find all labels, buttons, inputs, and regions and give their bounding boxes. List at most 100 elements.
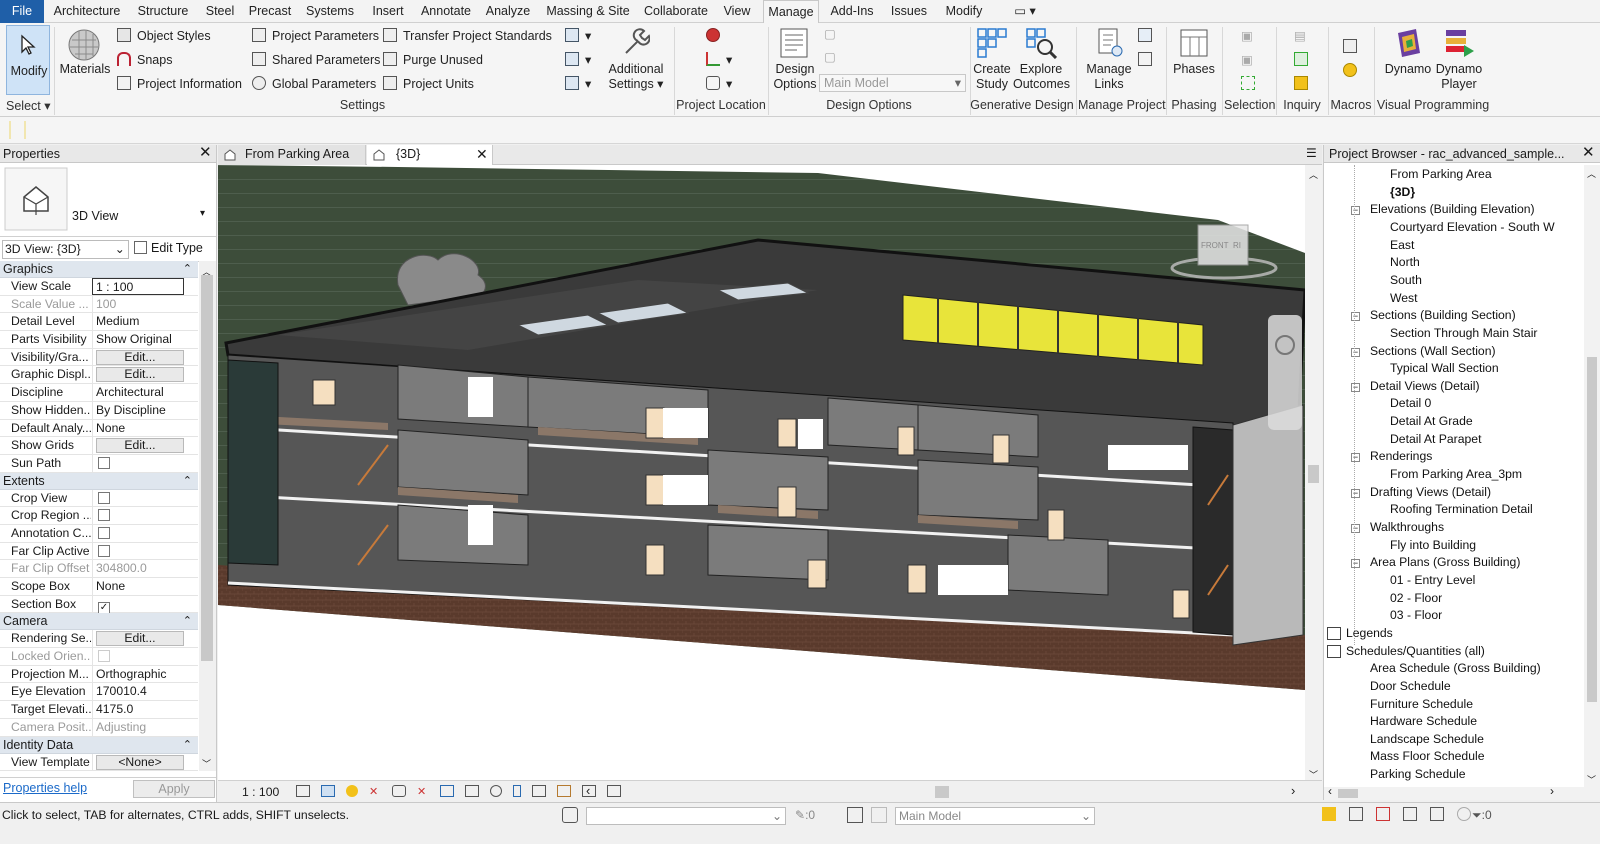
properties-scrollbar[interactable]: ︿ ﹀: [199, 261, 216, 771]
settings-dropdown-3[interactable]: ▾: [565, 76, 591, 91]
horizontal-scroll-thumb[interactable]: [935, 786, 949, 798]
browser-item[interactable]: Parking Schedule: [1370, 767, 1466, 781]
dynamo-player-button[interactable]: Dynamo Player: [1432, 62, 1486, 92]
property-value[interactable]: ✓: [92, 595, 184, 613]
browser-item[interactable]: Legends: [1346, 626, 1393, 640]
phases-button[interactable]: Phases: [1168, 62, 1220, 77]
browser-item[interactable]: 02 - Floor: [1390, 591, 1442, 605]
design-option-selector[interactable]: Main Model ▾: [819, 74, 966, 92]
property-row[interactable]: Rendering Se... Edit...: [0, 630, 198, 649]
view-instance-selector[interactable]: 3D View: {3D} ⌄: [2, 240, 129, 259]
collapse-icon[interactable]: ⌃: [183, 613, 192, 630]
additional-settings-button[interactable]: Additional Settings ▾: [604, 62, 668, 92]
close-browser-icon[interactable]: ✕: [1582, 144, 1595, 162]
design-options-status-icon[interactable]: [847, 807, 863, 823]
select-by-face-icon[interactable]: [1403, 807, 1417, 821]
ribbon-tab-manage[interactable]: Manage: [763, 0, 819, 24]
collapse-toggle-icon[interactable]: −: [1351, 206, 1360, 216]
ribbon-tab-architecture[interactable]: Architecture: [48, 0, 126, 23]
transfer-project-standards-button[interactable]: Transfer Project Standards: [383, 28, 552, 43]
browser-item[interactable]: West: [1390, 291, 1418, 305]
collapse-icon[interactable]: ⌃: [183, 261, 192, 278]
browser-item[interactable]: Fly into Building: [1390, 538, 1476, 552]
browser-item[interactable]: Hardware Schedule: [1370, 714, 1477, 728]
property-value[interactable]: [92, 454, 184, 472]
temp-hide-icon[interactable]: [490, 785, 502, 797]
property-row[interactable]: Sun Path: [0, 454, 198, 473]
property-value[interactable]: Medium: [92, 313, 184, 331]
ribbon-tab-massing-site[interactable]: Massing & Site: [540, 0, 636, 23]
close-properties-icon[interactable]: ✕: [199, 144, 212, 162]
property-row[interactable]: Visibility/Gra... Edit...: [0, 348, 198, 367]
browser-item[interactable]: Roofing Termination Detail: [1390, 502, 1533, 516]
property-row[interactable]: Show Grids Edit...: [0, 437, 198, 455]
tab-list-dropdown-icon[interactable]: ☰: [1306, 146, 1317, 160]
browser-item[interactable]: Landscape Schedule: [1370, 732, 1484, 746]
checkbox[interactable]: [98, 456, 110, 469]
project-parameters-button[interactable]: Project Parameters: [252, 28, 379, 43]
worksharing-icon[interactable]: [562, 807, 578, 823]
browser-item[interactable]: North: [1390, 255, 1420, 269]
shadows-icon[interactable]: ✕: [369, 785, 381, 798]
tab-from-parking-area[interactable]: From Parking Area: [218, 145, 366, 165]
purge-unused-button[interactable]: Purge Unused: [383, 52, 483, 67]
browser-item[interactable]: Renderings: [1370, 449, 1432, 463]
property-row[interactable]: Projection M... Orthographic: [0, 665, 198, 684]
browser-item[interactable]: East: [1390, 238, 1414, 252]
ribbon-tab-file[interactable]: File: [0, 0, 44, 23]
property-group-identity-data[interactable]: Identity Data ⌃: [0, 736, 198, 754]
browser-item[interactable]: Mass Floor Schedule: [1370, 749, 1484, 763]
edit-button[interactable]: Edit...: [96, 438, 184, 454]
property-value[interactable]: None: [92, 419, 184, 437]
scroll-left-icon[interactable]: ‹: [586, 783, 590, 798]
unlocked-3d-icon[interactable]: [465, 785, 479, 797]
browser-item[interactable]: Drafting Views (Detail): [1370, 485, 1491, 499]
macro-security-button[interactable]: [1343, 63, 1363, 78]
select-by-id-button[interactable]: [1294, 52, 1314, 67]
detail-level-icon[interactable]: [296, 785, 310, 797]
collapse-icon[interactable]: ⌃: [183, 473, 192, 490]
drag-on-selection-icon[interactable]: [1430, 807, 1444, 821]
crop-region-icon[interactable]: [440, 785, 454, 797]
ribbon-tab-issues[interactable]: Issues: [886, 0, 932, 23]
show-constraints-icon[interactable]: [607, 785, 621, 797]
tab-3d[interactable]: {3D} ✕: [367, 145, 493, 166]
render-icon[interactable]: [392, 785, 406, 797]
checkbox[interactable]: [98, 509, 110, 522]
visual-style-icon[interactable]: [321, 785, 335, 797]
checkbox[interactable]: [98, 650, 110, 663]
background-processes-icon[interactable]: [1457, 807, 1471, 821]
quick-access-dropdown[interactable]: ▭ ▾: [1010, 0, 1040, 23]
browser-vertical-scrollbar[interactable]: ︿ ﹀: [1584, 165, 1600, 787]
active-option-icon[interactable]: [871, 807, 887, 823]
select-panel-label[interactable]: Select ▾: [6, 98, 51, 113]
design-options-button[interactable]: Design Options: [770, 62, 820, 92]
ribbon-tab-collaborate[interactable]: Collaborate: [640, 0, 712, 23]
property-row[interactable]: Far Clip Offset 304800.0: [0, 560, 198, 578]
decal-types-button[interactable]: [1138, 52, 1158, 67]
property-group-camera[interactable]: Camera ⌃: [0, 613, 198, 631]
warnings-button[interactable]: [1294, 76, 1314, 91]
reveal-hidden-icon[interactable]: [513, 785, 521, 797]
property-value[interactable]: [92, 648, 184, 666]
properties-help-link[interactable]: Properties help: [3, 781, 87, 795]
explore-outcomes-button[interactable]: Explore Outcomes: [1013, 62, 1070, 92]
browser-item[interactable]: Schedules/Quantities (all): [1346, 644, 1485, 658]
browser-item[interactable]: Detail At Grade: [1390, 414, 1473, 428]
modify-button[interactable]: Modify: [6, 25, 50, 95]
browser-item[interactable]: Typical Wall Section: [1390, 361, 1499, 375]
property-row[interactable]: Crop View: [0, 489, 198, 508]
property-value[interactable]: 1 : 100: [92, 278, 184, 295]
collapse-toggle-icon[interactable]: −: [1351, 453, 1360, 463]
property-value[interactable]: 170010.4: [92, 683, 184, 701]
property-row[interactable]: View Scale 1 : 100: [0, 278, 198, 296]
view-scale-button[interactable]: 1 : 100: [242, 785, 279, 799]
edit-button[interactable]: Edit...: [96, 631, 184, 647]
property-value[interactable]: Show Original: [92, 331, 184, 349]
settings-dropdown-1[interactable]: ▾: [565, 28, 591, 43]
shared-parameters-button[interactable]: Shared Parameters: [252, 52, 380, 67]
collapse-toggle-icon[interactable]: −: [1351, 312, 1360, 322]
collapse-toggle-icon[interactable]: −: [1351, 524, 1360, 533]
browser-item[interactable]: Courtyard Elevation - South W: [1390, 220, 1555, 234]
workset-dropdown[interactable]: ⌄: [586, 807, 786, 825]
